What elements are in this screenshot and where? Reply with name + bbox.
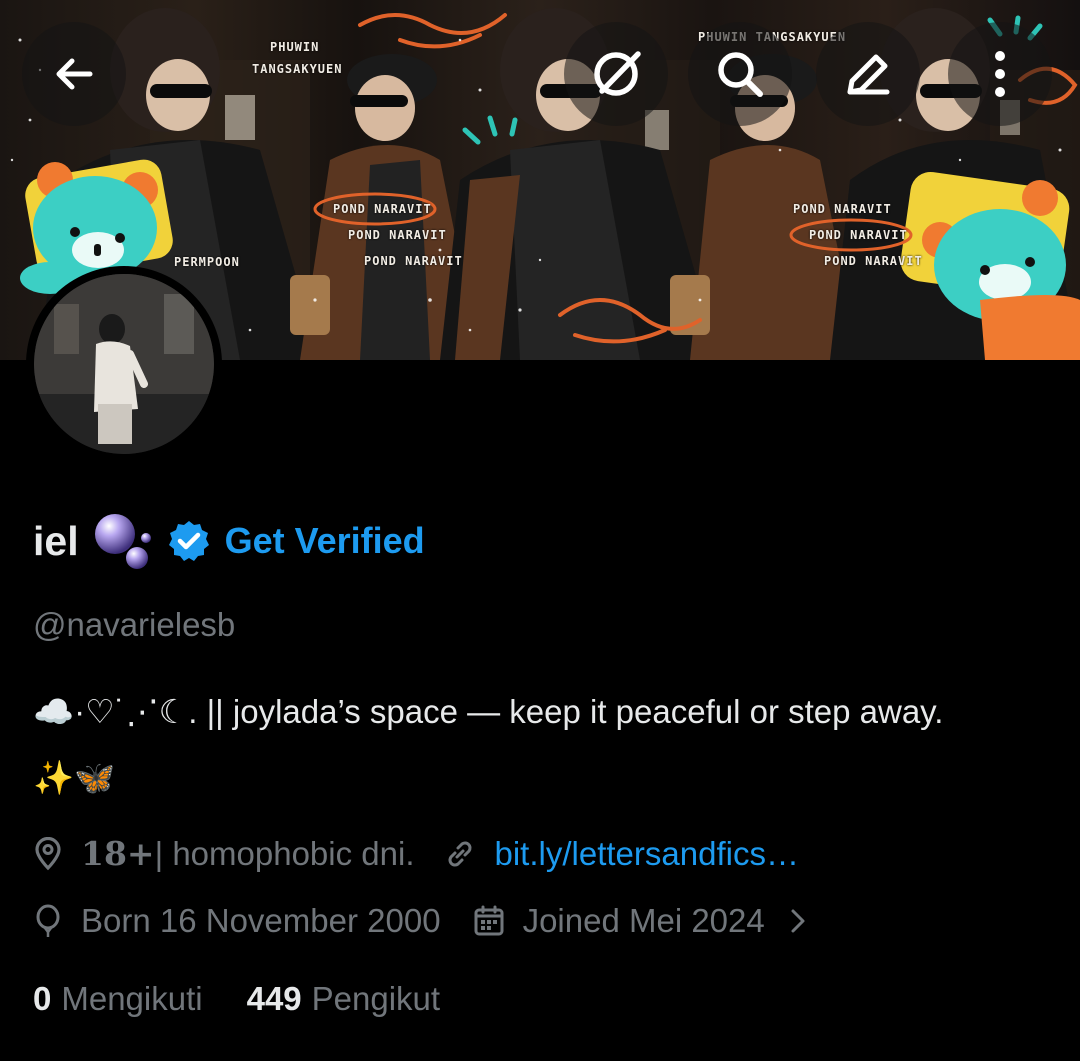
banner-label: PERMPOON (174, 255, 240, 269)
banner-label: POND NARAVIT (348, 228, 447, 242)
birthday-text: Born 16 November 2000 (81, 902, 441, 939)
joined-text: Joined Mei 2024 (522, 902, 765, 939)
balloon-icon (36, 904, 60, 937)
banner-label: PHUWIN (270, 40, 320, 54)
verified-badge-icon[interactable] (167, 519, 211, 563)
edit-button[interactable] (816, 22, 920, 126)
pencil-icon (847, 54, 890, 95)
banner-label: POND NARAVIT (824, 254, 923, 268)
following-label: Mengikuti (61, 980, 203, 1017)
arrow-left-icon (56, 58, 93, 90)
chevron-right-icon (791, 909, 805, 933)
search-icon (718, 52, 763, 97)
profile-bio: ☁️·♡˙⋰☾. || joylada’s space — keep it pe… (33, 682, 1053, 808)
link-icon (448, 841, 471, 866)
profile-meta-row-2: Born 16 November 2000 Joined Mei 2024 (33, 902, 807, 940)
grok-icon (594, 51, 641, 96)
follow-stats: 0 Mengikuti 449 Pengikut (33, 980, 440, 1018)
more-vertical-icon (995, 51, 1005, 97)
website[interactable]: bit.ly/lettersandfics… (443, 835, 799, 873)
profile-name-row: iel Get Verified (33, 506, 425, 576)
location: 18+ | homophobic dni. (33, 834, 415, 873)
location-pin-icon (35, 836, 61, 870)
following-stat[interactable]: 0 Mengikuti (33, 980, 203, 1018)
followers-stat[interactable]: 449 Pengikut (247, 980, 441, 1018)
banner-label: POND NARAVIT (364, 254, 463, 268)
following-count: 0 (33, 980, 52, 1017)
location-text: | homophobic dni. (154, 834, 415, 872)
bubbles-emoji-icon (94, 514, 151, 569)
banner-label: POND NARAVIT (793, 202, 892, 216)
bio-emoji: ✨🦋 (33, 759, 116, 796)
followers-label: Pengikut (311, 980, 441, 1017)
banner-label: POND NARAVIT (333, 202, 432, 216)
profile-handle: @navarielesb (33, 606, 236, 643)
banner-label: POND NARAVIT (809, 228, 908, 242)
avatar-photo (34, 274, 214, 454)
location-age: 18+ (81, 834, 155, 873)
back-button[interactable] (22, 22, 126, 126)
more-options-button[interactable] (948, 22, 1052, 126)
avatar-image (34, 274, 214, 454)
profile-meta-row-1: 18+ | homophobic dni. bit.ly/lettersandf… (33, 834, 799, 873)
profile-avatar[interactable] (26, 266, 222, 462)
joined-date[interactable]: Joined Mei 2024 (473, 902, 807, 940)
get-verified-link[interactable]: Get Verified (225, 520, 425, 562)
banner-label: TANGSAKYUEN (252, 62, 343, 76)
grok-button[interactable] (564, 22, 668, 126)
website-link[interactable]: bit.ly/lettersandfics… (495, 835, 799, 873)
followers-count: 449 (246, 980, 302, 1017)
display-name: iel (33, 517, 79, 564)
calendar-icon (474, 905, 504, 936)
search-button[interactable] (688, 22, 792, 126)
birthday: Born 16 November 2000 (33, 902, 441, 940)
bio-text: ☁️·♡˙⋰☾. || joylada’s space — keep it pe… (33, 693, 944, 730)
